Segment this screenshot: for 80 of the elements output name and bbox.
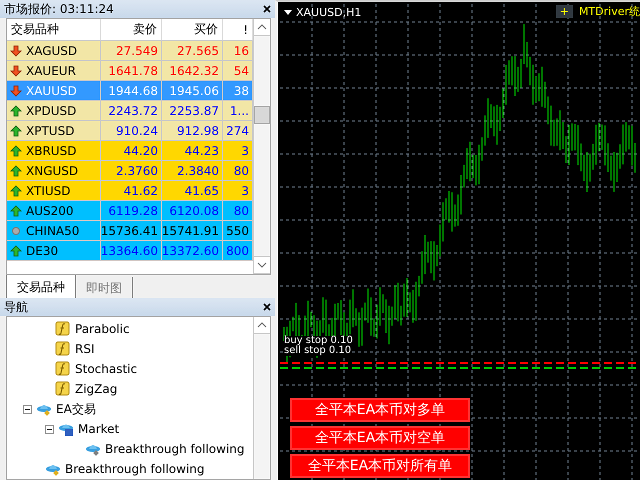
- ask-cell: 41.65: [162, 181, 223, 200]
- symbol-cell: XBRUSD: [26, 144, 76, 158]
- symbol-cell: AUS200: [26, 204, 74, 218]
- bid-cell: 41.62: [101, 181, 162, 200]
- ask-cell: 6120.08: [162, 201, 223, 220]
- tree-item[interactable]: Market: [78, 422, 120, 436]
- quote-row[interactable]: CHINA50 15736.41 15741.91 550: [7, 221, 253, 241]
- function-icon: [55, 321, 71, 337]
- symbol-cell: XAUUSD: [26, 84, 77, 98]
- close-orders-button[interactable]: 全平本EA本币对所有单: [290, 454, 470, 478]
- ask-cell: 13372.60: [162, 241, 223, 260]
- dropdown-icon[interactable]: [284, 10, 292, 15]
- ask-cell: 15741.91: [162, 221, 223, 240]
- scroll-up-icon[interactable]: [254, 19, 270, 36]
- close-orders-button[interactable]: 全平本EA本币对多单: [290, 398, 470, 422]
- function-icon: [55, 381, 71, 397]
- plus-button[interactable]: +: [556, 5, 573, 18]
- tree-item[interactable]: EA交易: [56, 400, 96, 418]
- symbol-cell: XPTUSD: [26, 124, 74, 138]
- quote-row[interactable]: DE30 13364.60 13372.60 800: [7, 241, 253, 261]
- quote-row[interactable]: XNGUSD 2.3760 2.3840 80: [7, 161, 253, 181]
- scroll-thumb[interactable]: [254, 106, 270, 124]
- tree-item[interactable]: Breakthrough following: [105, 442, 244, 456]
- close-icon[interactable]: [263, 5, 271, 13]
- tree-item[interactable]: ZigZag: [75, 382, 118, 396]
- bid-cell: 44.20: [101, 141, 162, 160]
- ask-cell: 912.98: [162, 121, 223, 140]
- ask-cell: 44.23: [162, 141, 223, 160]
- symbol-cell: DE30: [26, 244, 58, 258]
- quote-row[interactable]: XTIUSD 41.62 41.65 3: [7, 181, 253, 201]
- ask-cell: 1642.32: [162, 61, 223, 80]
- column-header[interactable]: 买价: [162, 19, 223, 40]
- ask-cell: 2253.87: [162, 101, 223, 120]
- tab[interactable]: 交易品种: [6, 275, 76, 300]
- tree-item[interactable]: Parabolic: [75, 322, 130, 336]
- scrollbar[interactable]: [253, 317, 270, 479]
- symbol-cell: CHINA50: [26, 224, 80, 238]
- quote-row[interactable]: XBRUSD 44.20 44.23 3: [7, 141, 253, 161]
- symbol-cell: XTIUSD: [26, 184, 71, 198]
- column-header[interactable]: 交易品种: [7, 19, 101, 40]
- scrollbar[interactable]: [253, 19, 270, 274]
- quote-row[interactable]: XAUEUR 1641.78 1642.32 54: [7, 61, 253, 81]
- symbol-cell: XNGUSD: [26, 164, 78, 178]
- column-header[interactable]: 卖价: [101, 19, 162, 40]
- ask-cell: 1945.06: [162, 81, 223, 100]
- function-icon: [55, 361, 71, 377]
- symbol-cell: XPDUSD: [26, 104, 76, 118]
- bid-cell: 6119.28: [101, 201, 162, 220]
- bid-cell: 15736.41: [101, 221, 162, 240]
- order-label: buy stop 0.10: [284, 336, 353, 346]
- ask-cell: 27.565: [162, 41, 223, 60]
- bid-cell: 2243.72: [101, 101, 162, 120]
- order-label: sell stop 0.10: [284, 346, 352, 356]
- banner-text: MTDriver统: [578, 4, 640, 19]
- bid-cell: 1641.78: [101, 61, 162, 80]
- tree-item[interactable]: Stochastic: [75, 362, 138, 376]
- function-icon: [55, 341, 71, 357]
- tree-item[interactable]: RSI: [75, 342, 94, 356]
- bid-cell: 27.549: [101, 41, 162, 60]
- collapse-icon[interactable]: [23, 404, 32, 414]
- bid-cell: 910.24: [101, 121, 162, 140]
- symbol-cell: XAUEUR: [26, 64, 76, 78]
- bid-cell: 2.3760: [101, 161, 162, 180]
- close-orders-button[interactable]: 全平本EA本币对空单: [290, 426, 470, 450]
- quote-row[interactable]: AUS200 6119.28 6120.08 80: [7, 201, 253, 221]
- scroll-up-icon[interactable]: [254, 317, 270, 334]
- close-icon[interactable]: [263, 303, 271, 311]
- quote-row[interactable]: XAGUSD 27.549 27.565 16: [7, 41, 253, 61]
- collapse-icon[interactable]: [45, 424, 54, 434]
- bid-cell: 1944.68: [101, 81, 162, 100]
- symbol-cell: XAGUSD: [26, 44, 78, 58]
- tree-item[interactable]: Breakthrough following: [65, 462, 204, 476]
- scroll-down-icon[interactable]: [254, 256, 270, 274]
- quote-row[interactable]: XPDUSD 2243.72 2253.87 1...: [7, 101, 253, 121]
- bid-cell: 13364.60: [101, 241, 162, 260]
- navigator-title: 导航: [4, 298, 28, 316]
- quote-row[interactable]: XPTUSD 910.24 912.98 274: [7, 121, 253, 141]
- chart-title: XAUUSD,H1: [296, 6, 362, 19]
- market-watch-title: 市场报价: 03:11:24: [4, 0, 114, 18]
- ask-cell: 2.3840: [162, 161, 223, 180]
